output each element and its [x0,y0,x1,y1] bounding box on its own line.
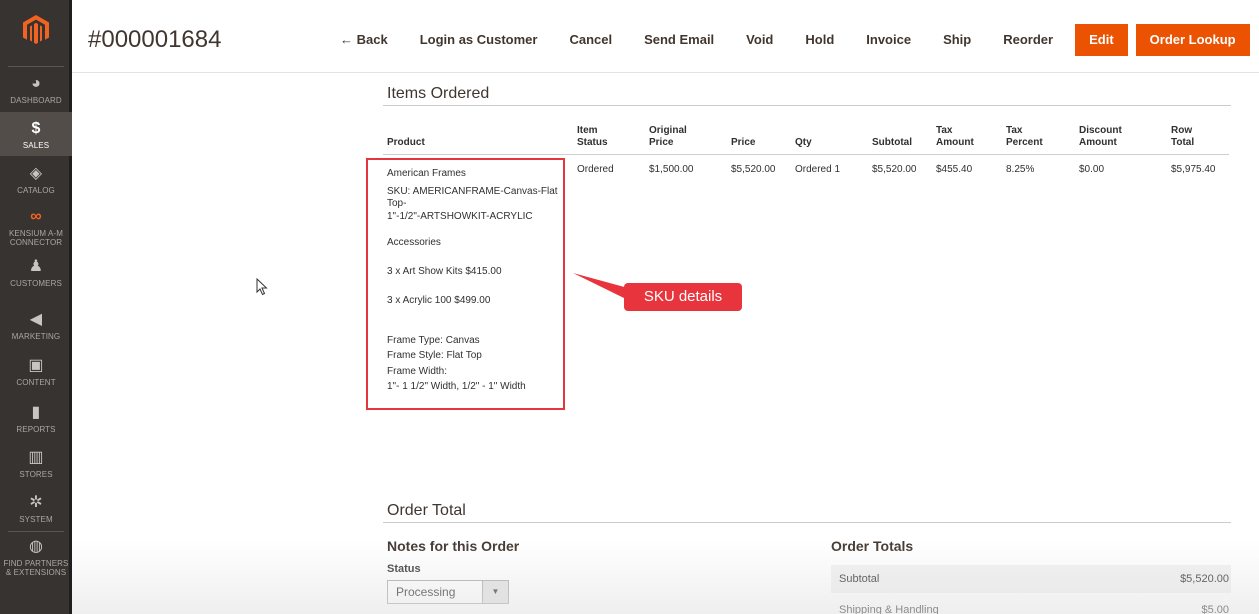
status-select[interactable]: Processing ▼ [387,580,509,604]
order-total-title: Order Total [387,502,466,519]
status-label: Status [387,563,421,575]
order-totals-title: Order Totals [831,538,914,554]
sku-details-callout: SKU details [624,283,742,311]
chevron-down-icon: ▼ [482,581,508,603]
mouse-cursor-icon [256,278,268,296]
totals-row-subtotal: Subtotal $5,520.00 [831,565,1231,593]
totals-label: Shipping & Handling [839,604,939,614]
notes-title: Notes for this Order [387,538,520,554]
totals-value: $5,520.00 [1180,573,1229,585]
totals-value: $5.00 [1201,604,1229,614]
section-divider [383,522,1231,523]
totals-row-shipping: Shipping & Handling $5.00 [831,596,1231,614]
totals-label: Subtotal [839,573,880,585]
status-select-value: Processing [396,585,456,599]
